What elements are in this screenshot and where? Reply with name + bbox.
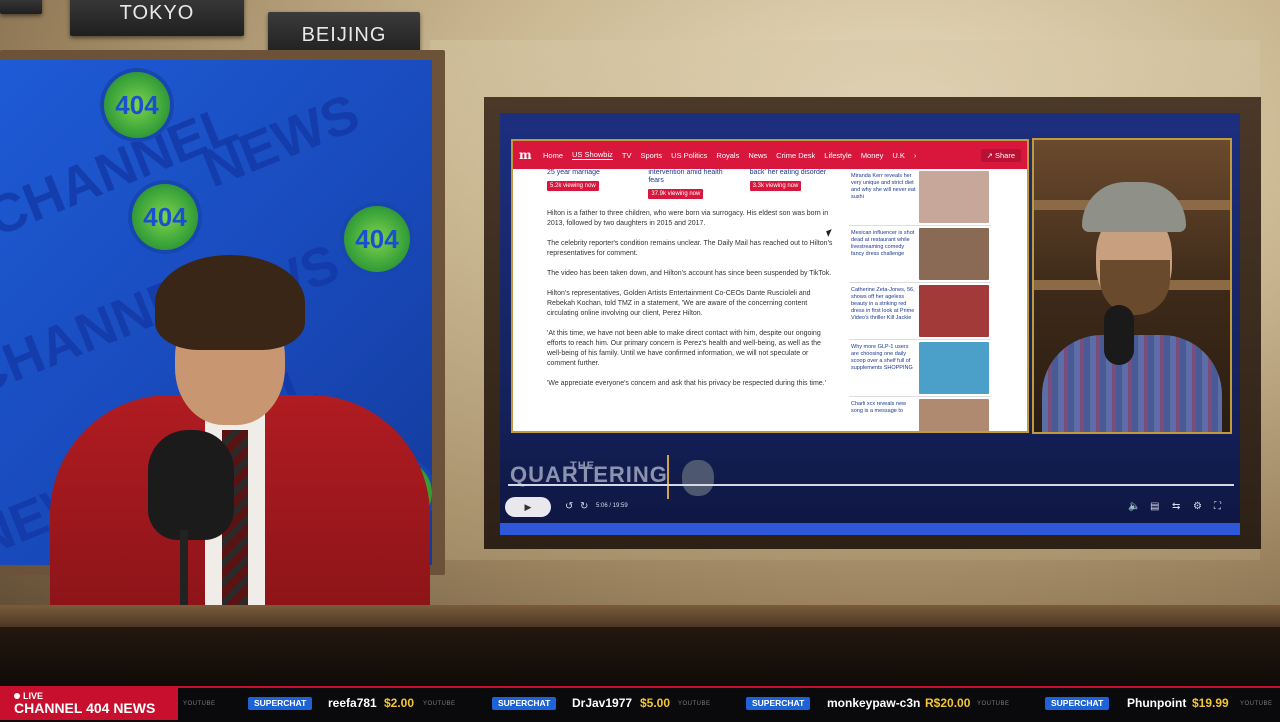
streamer-webcam <box>1032 138 1232 434</box>
captions-icon[interactable]: ▤ <box>1150 501 1159 512</box>
story-card[interactable]: intervention amid health fears 37.9k vie… <box>648 169 735 199</box>
city-sign-label: TOKYO <box>119 2 195 24</box>
streamer-microphone <box>1104 305 1134 365</box>
viewing-now-badge: 3.3k viewing now <box>749 181 802 191</box>
sidebar-thumbnail <box>919 342 989 394</box>
nav-item-news[interactable]: News <box>748 151 767 160</box>
story-title: 25 year marriage <box>547 169 600 176</box>
nav-item-money[interactable]: Money <box>861 151 884 160</box>
news-desk-top <box>0 605 1280 627</box>
superchat-user: Phunpoint <box>1127 696 1187 710</box>
play-button[interactable]: ▶ <box>505 497 551 517</box>
story-card[interactable]: 25 year marriage 5.2k viewing now <box>547 169 634 199</box>
channel-404-logo: 404 <box>104 72 170 138</box>
story-card[interactable]: back' her eating disorder 3.3k viewing n… <box>749 169 837 199</box>
superchat-user: reefa781 <box>328 696 377 710</box>
share-button[interactable]: ↗ Share <box>980 148 1021 162</box>
quartering-logo-prefix: THE <box>570 460 595 472</box>
play-icon: ▶ <box>524 502 532 512</box>
city-sign-label: BEIJING <box>301 24 387 46</box>
superchat-badge: SUPERCHAT <box>248 697 313 710</box>
related-sidebar: Miranda Kerr reveals her very unique and… <box>849 169 991 431</box>
sidebar-thumbnail <box>919 399 989 431</box>
nav-item-royals[interactable]: Royals <box>716 151 739 160</box>
superchat-amount: R$20.00 <box>925 696 971 710</box>
sidebar-story[interactable]: Mexican influencer is shot dead at resta… <box>849 226 991 283</box>
nav-item-crime-desk[interactable]: Crime Desk <box>776 151 815 160</box>
nav-item-us-showbiz[interactable]: US Showbiz <box>572 150 613 160</box>
channel-name: CHANNEL 404 NEWS <box>14 700 156 716</box>
article-paragraph: 'We appreciate everyone's concern and as… <box>547 380 826 387</box>
superchat-badge: SUPERCHAT <box>746 697 811 710</box>
sidebar-story[interactable]: Catherine Zeta-Jones, 56, shows off her … <box>849 283 991 340</box>
streamer-cap <box>1082 182 1186 232</box>
nav-item-uk[interactable]: U.K <box>892 151 905 160</box>
superchat-amount: $19.99 <box>1192 696 1229 710</box>
superchat-user: DrJav1977 <box>572 696 633 710</box>
sidebar-story[interactable]: Charli xcx reveals new song is a message… <box>849 397 991 431</box>
city-sign-tokyo: TOKYO <box>70 0 244 36</box>
viewing-now-badge: 5.2k viewing now <box>547 181 599 191</box>
superchat-amount: $5.00 <box>640 696 671 710</box>
forward-icon[interactable]: ↻ <box>580 501 588 512</box>
chevron-right-icon[interactable]: › <box>914 151 917 160</box>
live-dot-icon <box>14 693 20 699</box>
sidebar-story[interactable]: Why more GLP-1 users are choosing one da… <box>849 340 991 397</box>
sidebar-story-title: Mexican influencer is shot dead at resta… <box>851 230 915 257</box>
site-logo-icon[interactable]: m <box>519 148 533 162</box>
youtube-source-tag: YOUTUBE <box>183 701 216 707</box>
youtube-source-tag: YOUTUBE <box>977 701 1010 707</box>
superchat-user: monkeypaw-c3n <box>827 696 921 710</box>
miniplayer-icon[interactable]: ⇆ <box>1172 501 1180 512</box>
nav-item-us-politics[interactable]: US Politics <box>671 151 707 160</box>
top-stories-row: 25 year marriage 5.2k viewing now interv… <box>547 169 837 199</box>
sidebar-story[interactable]: Miranda Kerr reveals her very unique and… <box>849 169 991 226</box>
anchor-hair <box>155 255 305 350</box>
sidebar-thumbnail <box>919 171 989 223</box>
anchor-microphone <box>148 430 234 540</box>
city-sign-partial <box>0 0 42 14</box>
nav-item-home[interactable]: Home <box>543 151 563 160</box>
nav-item-tv[interactable]: TV <box>622 151 632 160</box>
viewing-now-badge: 37.9k viewing now <box>648 189 704 199</box>
fullscreen-icon[interactable]: ⛶ <box>1214 501 1221 512</box>
article-body: 25 year marriage 5.2k viewing now interv… <box>547 169 837 389</box>
video-progress-bar[interactable] <box>508 484 1234 486</box>
logo-divider <box>667 455 669 499</box>
sidebar-thumbnail <box>919 285 989 337</box>
article-paragraph: Hilton's representatives, Golden Artists… <box>547 290 811 317</box>
article-paragraph: Hilton is a father to three children, wh… <box>547 210 829 227</box>
article-paragraph: The video has been taken down, and Hilto… <box>547 270 832 277</box>
youtube-source-tag: YOUTUBE <box>678 701 711 707</box>
settings-gear-icon[interactable]: ⚙ <box>1193 501 1202 512</box>
site-nav-bar: m Home US Showbiz TV Sports US Politics … <box>513 141 1027 169</box>
nav-item-sports[interactable]: Sports <box>640 151 662 160</box>
superchat-badge: SUPERCHAT <box>1045 697 1110 710</box>
superchat-amount: $2.00 <box>384 696 415 710</box>
sidebar-story-title: Miranda Kerr reveals her very unique and… <box>851 173 916 200</box>
video-time: 5:06 / 19:59 <box>596 503 628 509</box>
monitor-bottom-strip <box>500 523 1240 535</box>
news-desk-front <box>0 627 1280 687</box>
article-paragraph: The celebrity reporter's condition remai… <box>547 240 833 257</box>
share-label: Share <box>994 150 1015 160</box>
youtube-source-tag: YOUTUBE <box>1240 701 1273 707</box>
nav-item-lifestyle[interactable]: Lifestyle <box>824 151 852 160</box>
youtube-source-tag: YOUTUBE <box>423 701 456 707</box>
sidebar-thumbnail <box>919 228 989 280</box>
channel-404-logo: 404 <box>344 206 410 272</box>
sidebar-story-title: Why more GLP-1 users are choosing one da… <box>851 344 913 371</box>
sidebar-story-title: Charli xcx reveals new song is a message… <box>851 401 907 414</box>
sidebar-story-title: Catherine Zeta-Jones, 56, shows off her … <box>851 287 915 321</box>
rewind-icon[interactable]: ↺ <box>565 501 573 512</box>
microphone-stand <box>180 530 188 610</box>
news-article-window: m Home US Showbiz TV Sports US Politics … <box>511 139 1029 433</box>
story-title: back' her eating disorder <box>749 169 827 176</box>
volume-icon[interactable]: 🔈 <box>1128 501 1140 512</box>
channel-404-logo: 404 <box>132 184 198 250</box>
superchat-badge: SUPERCHAT <box>492 697 557 710</box>
quartering-avatar-icon <box>682 460 714 496</box>
article-paragraph: 'At this time, we have not been able to … <box>547 330 821 367</box>
story-title: intervention amid health fears <box>648 169 723 184</box>
